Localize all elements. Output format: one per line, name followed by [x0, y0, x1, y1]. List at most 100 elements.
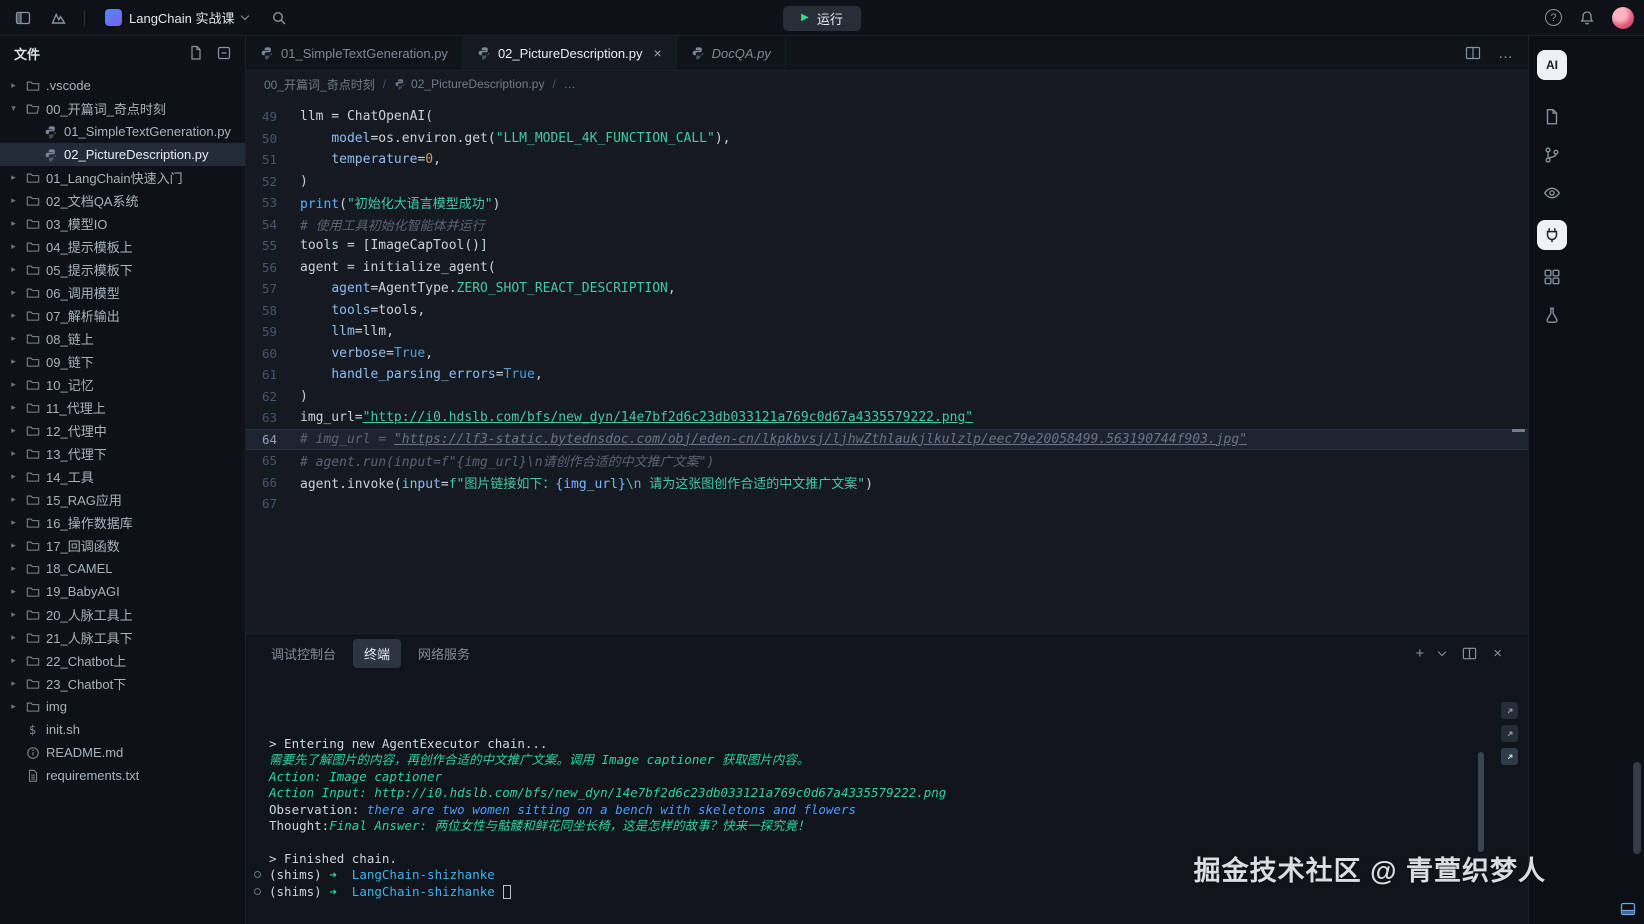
file-tree-item[interactable]: ▸05_提示模板下: [0, 258, 245, 281]
editor-tab[interactable]: 02_PictureDescription.py×: [463, 36, 677, 70]
panel-tab-1[interactable]: 终端: [353, 639, 401, 668]
file-tree-item[interactable]: ▸12_代理中: [0, 419, 245, 442]
window-scrollbar[interactable]: [1633, 762, 1641, 854]
test-flask-icon[interactable]: [1541, 304, 1563, 326]
editor-tab[interactable]: DocQA.py: [677, 36, 786, 70]
file-tree-item[interactable]: 01_SimpleTextGeneration.py: [0, 120, 245, 143]
file-tree-item[interactable]: ▸11_代理上: [0, 396, 245, 419]
file-tree-item[interactable]: ▸01_LangChain快速入门: [0, 166, 245, 189]
new-file-icon[interactable]: [185, 42, 207, 64]
code-line[interactable]: 62): [246, 386, 1528, 408]
code-line[interactable]: 49llm = ChatOpenAI(: [246, 106, 1528, 128]
code-token: ): [300, 174, 308, 189]
code-token: # agent.run(input=f"{img_url}\n请创作合适的中文推…: [300, 455, 714, 470]
file-tree-item[interactable]: ▸13_代理下: [0, 442, 245, 465]
source-control-branch-icon[interactable]: [1541, 144, 1563, 166]
split-terminal-icon[interactable]: [1460, 644, 1478, 662]
file-tree-item[interactable]: ▸06_调用模型: [0, 281, 245, 304]
file-tree-item[interactable]: 02_PictureDescription.py: [0, 143, 245, 166]
breadcrumb-item[interactable]: 00_开篇词_奇点时刻: [264, 76, 375, 93]
code-line[interactable]: 60 verbose=True,: [246, 343, 1528, 365]
extensions-grid-icon[interactable]: [1541, 266, 1563, 288]
layout-sidebar-toggle-icon[interactable]: [10, 5, 36, 31]
file-tree-item[interactable]: ▸14_工具: [0, 465, 245, 488]
file-tree-item[interactable]: ▸16_操作数据库: [0, 511, 245, 534]
user-avatar[interactable]: [1612, 7, 1634, 29]
code-line[interactable]: 67: [246, 493, 1528, 515]
code-line[interactable]: 57 agent=AgentType.ZERO_SHOT_REACT_DESCR…: [246, 278, 1528, 300]
terminal-fix-with-ai-icon[interactable]: [1501, 748, 1518, 765]
close-panel-icon[interactable]: ×: [1493, 646, 1502, 661]
file-tree-item[interactable]: ▸21_人脉工具下: [0, 626, 245, 649]
ai-panel-button[interactable]: AI: [1537, 50, 1567, 80]
file-tree-item[interactable]: ▸17_回调函数: [0, 534, 245, 557]
line-number: 62: [246, 389, 300, 404]
file-tree-item[interactable]: ▸.vscode: [0, 74, 245, 97]
breadcrumb-item[interactable]: …: [564, 77, 576, 91]
terminal[interactable]: > Entering new AgentExecutor chain...需要先…: [246, 672, 1528, 924]
preview-eye-icon[interactable]: [1541, 182, 1563, 204]
workspace-switcher[interactable]: LangChain 实战课: [97, 5, 256, 30]
file-tree-item[interactable]: $init.sh: [0, 718, 245, 741]
file-tree-item[interactable]: ▸09_链下: [0, 350, 245, 373]
file-tree-item[interactable]: ▸18_CAMEL: [0, 557, 245, 580]
code-line[interactable]: 54# 使用工具初始化智能体并运行: [246, 214, 1528, 236]
file-tree-item[interactable]: ▸03_模型IO: [0, 212, 245, 235]
file-tree-item[interactable]: ▾00_开篇词_奇点时刻: [0, 97, 245, 120]
file-tree-item[interactable]: ▸img: [0, 695, 245, 718]
breadcrumb-item[interactable]: 02_PictureDescription.py: [394, 77, 544, 91]
command-decoration-icon[interactable]: [254, 871, 261, 878]
code-line[interactable]: 50 model=os.environ.get("LLM_MODEL_4K_FU…: [246, 128, 1528, 150]
editor-tab[interactable]: 01_SimpleTextGeneration.py: [246, 36, 463, 70]
notifications-bell-icon[interactable]: [1574, 5, 1600, 31]
explorer-header: 文件: [0, 36, 245, 70]
terminal-scrollbar[interactable]: [1478, 752, 1484, 852]
file-tree-item[interactable]: ▸04_提示模板上: [0, 235, 245, 258]
file-tree-item[interactable]: ▸22_Chatbot上: [0, 649, 245, 672]
new-terminal-icon[interactable]: +: [1415, 646, 1424, 661]
file-tree-item[interactable]: README.md: [0, 741, 245, 764]
code-line[interactable]: 66agent.invoke(input=f"图片链接如下：{img_url}\…: [246, 472, 1528, 494]
code-editor[interactable]: 49llm = ChatOpenAI(50 model=os.environ.g…: [246, 97, 1528, 633]
terminal-dropdown-icon[interactable]: [1438, 647, 1446, 655]
code-line[interactable]: 61 handle_parsing_errors=True,: [246, 364, 1528, 386]
docs-file-icon[interactable]: [1541, 106, 1563, 128]
panel-tab-0[interactable]: 调试控制台: [260, 639, 347, 668]
code-line[interactable]: 64# img_url = "https://lf3-static.bytedn…: [246, 429, 1528, 451]
code-line[interactable]: 58 tools=tools,: [246, 300, 1528, 322]
more-actions-icon[interactable]: …: [1498, 45, 1514, 62]
code-line[interactable]: 52): [246, 171, 1528, 193]
code-line[interactable]: 56agent = initialize_agent(: [246, 257, 1528, 279]
help-icon[interactable]: ?: [1545, 9, 1562, 26]
code-line[interactable]: 55tools = [ImageCapTool()]: [246, 235, 1528, 257]
line-number: 51: [246, 152, 300, 167]
terminal-open-output-icon[interactable]: [1501, 702, 1518, 719]
file-tree-item[interactable]: ▸20_人脉工具上: [0, 603, 245, 626]
file-tree-item[interactable]: requirements.txt: [0, 764, 245, 787]
collapse-folders-icon[interactable]: [213, 42, 235, 64]
file-tree-item[interactable]: ▸02_文档QA系统: [0, 189, 245, 212]
search-icon[interactable]: [266, 5, 292, 31]
active-plugin-icon[interactable]: [1537, 220, 1567, 250]
file-tree-item[interactable]: ▸15_RAG应用: [0, 488, 245, 511]
code-line[interactable]: 59 llm=llm,: [246, 321, 1528, 343]
run-button[interactable]: ▶ 运行: [783, 6, 861, 31]
panel-layout-icon[interactable]: [1620, 901, 1637, 918]
code-line[interactable]: 65# agent.run(input=f"{img_url}\n请创作合适的中…: [246, 450, 1528, 472]
command-decoration-icon[interactable]: [254, 888, 261, 895]
terminal-add-to-chat-icon[interactable]: [1501, 725, 1518, 742]
panel-tab-2[interactable]: 网络服务: [407, 639, 481, 668]
split-editor-icon[interactable]: [1462, 42, 1484, 64]
terminal-text: Action Input: http://i0.hdslb.com/bfs/ne…: [269, 785, 946, 800]
file-tree-item[interactable]: ▸19_BabyAGI: [0, 580, 245, 603]
code-line[interactable]: 51 temperature=0,: [246, 149, 1528, 171]
file-tree-item[interactable]: ▸07_解析输出: [0, 304, 245, 327]
tab-label: 01_SimpleTextGeneration.py: [281, 46, 448, 61]
topbar-divider: [84, 10, 85, 26]
file-tree-item[interactable]: ▸08_链上: [0, 327, 245, 350]
code-line[interactable]: 63img_url="http://i0.hdslb.com/bfs/new_d…: [246, 407, 1528, 429]
code-line[interactable]: 53print("初始化大语言模型成功"): [246, 192, 1528, 214]
tab-close-icon[interactable]: ×: [653, 46, 661, 60]
file-tree-item[interactable]: ▸10_记忆: [0, 373, 245, 396]
file-tree-item[interactable]: ▸23_Chatbot下: [0, 672, 245, 695]
